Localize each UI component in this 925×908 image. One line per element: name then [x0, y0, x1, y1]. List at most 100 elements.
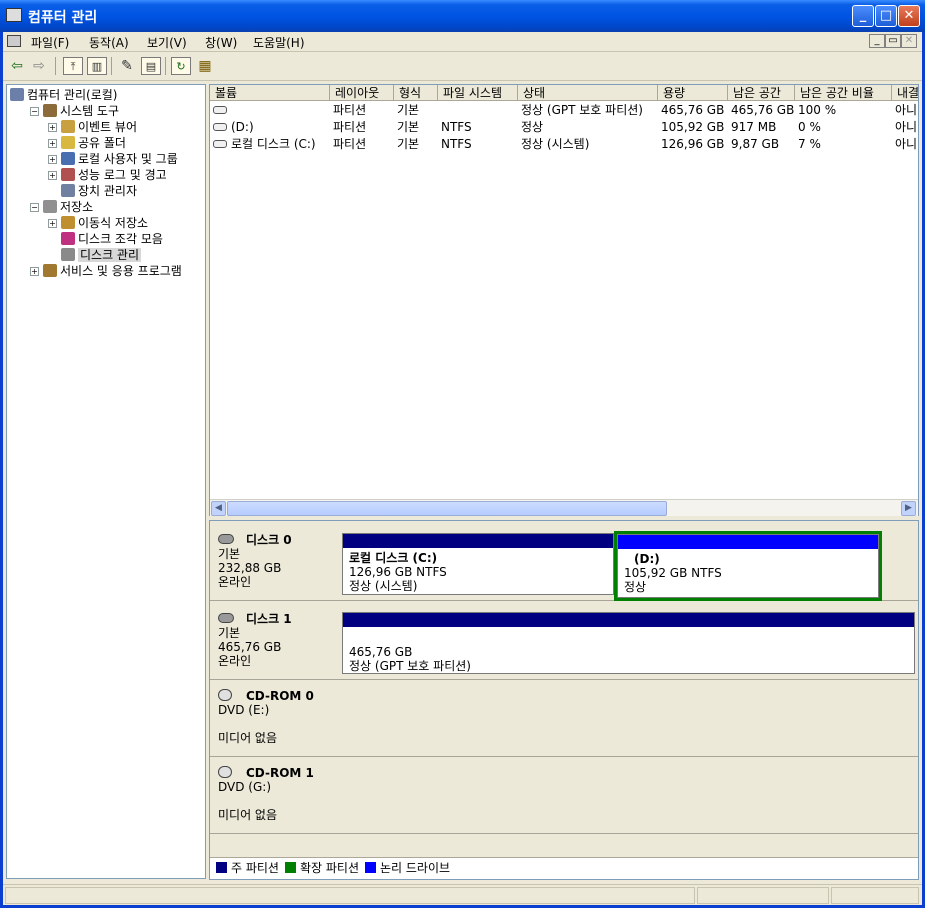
close-button[interactable]: ✕	[898, 5, 920, 27]
table-cell[interactable]: 정상 (시스템)	[519, 136, 658, 152]
table-cell[interactable]: 9,87 GB	[729, 136, 795, 152]
collapse-icon[interactable]: −	[30, 203, 39, 212]
scroll-thumb[interactable]	[227, 501, 667, 516]
expand-icon[interactable]: +	[48, 139, 57, 148]
tree-node[interactable]: + 이벤트 뷰어	[48, 119, 137, 135]
back-arrow-icon[interactable]: ⇦	[7, 57, 27, 75]
mdi-restore-button[interactable]: ▭	[885, 34, 901, 48]
disk-size: 465,76 GB	[218, 640, 282, 654]
partition-block[interactable]: 로컬 디스크 (C:) 126,96 GB NTFS 정상 (시스템)	[342, 533, 614, 595]
document-system-icon[interactable]	[7, 35, 21, 47]
partition-block[interactable]: (D:) 105,92 GB NTFS 정상	[617, 534, 879, 598]
tree-node[interactable]: − 저장소	[30, 199, 93, 215]
column-header[interactable]: 상태	[518, 85, 658, 101]
minimize-button[interactable]: _	[852, 5, 874, 27]
table-cell[interactable]: 로컬 디스크 (C:)	[211, 136, 330, 152]
tree-node[interactable]: 디스크 관리	[48, 247, 142, 263]
cell-text: 아니	[895, 120, 918, 134]
collapse-icon[interactable]: −	[30, 107, 39, 116]
table-cell[interactable]: 파티션	[331, 102, 394, 118]
table-cell[interactable]: NTFS	[439, 136, 518, 152]
expand-icon[interactable]: +	[48, 123, 57, 132]
column-header[interactable]: 용량	[658, 85, 728, 101]
cell-text: (D:)	[231, 120, 254, 134]
table-cell[interactable]: 0 %	[796, 119, 892, 135]
table-cell[interactable]: 파티션	[331, 119, 394, 135]
tree-node[interactable]: 디스크 조각 모음	[48, 231, 163, 247]
title-bar[interactable]: 컴퓨터 관리 _ □ ✕	[0, 0, 925, 32]
tree-node[interactable]: + 이동식 저장소	[48, 215, 148, 231]
up-folder-icon[interactable]: ⤒	[63, 57, 83, 75]
table-cell[interactable]: 정상	[519, 119, 658, 135]
storage-icon	[43, 200, 57, 213]
expand-icon[interactable]: +	[48, 155, 57, 164]
export-icon[interactable]: ▦	[195, 57, 215, 75]
tree-node[interactable]: + 공유 폴더	[48, 135, 126, 151]
cell-text: NTFS	[441, 137, 472, 151]
table-cell[interactable]: 917 MB	[729, 119, 795, 135]
menu-action[interactable]: 동작(A)	[89, 34, 129, 51]
tree-node[interactable]: − 시스템 도구	[30, 103, 119, 119]
table-cell[interactable]: 100 %	[796, 102, 892, 118]
forward-arrow-icon[interactable]: ⇨	[29, 57, 49, 75]
tree-node[interactable]: + 서비스 및 응용 프로그램	[30, 263, 182, 279]
help-icon[interactable]: ▤	[141, 57, 161, 75]
table-cell[interactable]: 105,92 GB	[659, 119, 728, 135]
table-cell[interactable]	[439, 102, 518, 118]
table-cell[interactable]: 아니	[893, 102, 918, 118]
hard-disk-icon	[218, 534, 234, 544]
tree-node[interactable]: + 성능 로그 및 경고	[48, 167, 167, 183]
tree-node[interactable]: + 로컬 사용자 및 그룹	[48, 151, 178, 167]
table-cell[interactable]: 아니	[893, 136, 918, 152]
legend-swatch	[216, 862, 227, 873]
menu-help[interactable]: 도움말(H)	[253, 34, 305, 51]
table-cell[interactable]: 아니	[893, 119, 918, 135]
status-pane	[5, 887, 695, 904]
scroll-left-icon[interactable]: ◀	[211, 501, 226, 516]
cell-text: 정상 (GPT 보호 파티션)	[521, 103, 643, 117]
menu-view[interactable]: 보기(V)	[147, 34, 187, 51]
table-cell[interactable]: 기본	[395, 119, 438, 135]
column-header[interactable]: 내결	[892, 85, 918, 101]
tree-node-label: 서비스 및 응용 프로그램	[60, 264, 182, 278]
expand-icon[interactable]: +	[48, 219, 57, 228]
refresh-icon[interactable]: ↻	[171, 57, 191, 75]
disk-row[interactable]: 디스크 1 기본 465,76 GB 온라인 465,76 GB 정상 (GPT 보호 파…	[210, 606, 918, 680]
scroll-right-icon[interactable]: ▶	[901, 501, 916, 516]
column-header[interactable]: 파일 시스템	[438, 85, 518, 101]
column-header[interactable]: 형식	[394, 85, 438, 101]
column-header[interactable]: 레이아웃	[330, 85, 394, 101]
expand-icon[interactable]: +	[30, 267, 39, 276]
table-cell[interactable]: 파티션	[331, 136, 394, 152]
disk-row[interactable]: CD-ROM 0 DVD (E:) 미디어 없음	[210, 683, 918, 757]
table-cell[interactable]: (D:)	[211, 119, 330, 135]
menu-window[interactable]: 창(W)	[205, 34, 237, 51]
table-cell[interactable]: 기본	[395, 136, 438, 152]
mdi-minimize-button[interactable]: _	[869, 34, 885, 48]
menu-file[interactable]: 파일(F)	[31, 34, 69, 51]
disk-row[interactable]: CD-ROM 1 DVD (G:) 미디어 없음	[210, 760, 918, 834]
cell-text: 로컬 디스크 (C:)	[231, 137, 316, 151]
horizontal-scrollbar[interactable]: ◀ ▶	[210, 499, 918, 516]
column-header[interactable]: 남은 공간	[728, 85, 795, 101]
table-cell[interactable]: 126,96 GB	[659, 136, 728, 152]
maximize-button[interactable]: □	[875, 5, 897, 27]
tree-node[interactable]: 컴퓨터 관리(로컬)	[10, 87, 117, 103]
table-cell[interactable]: 기본	[395, 102, 438, 118]
table-cell[interactable]	[211, 102, 330, 118]
expand-icon[interactable]: +	[48, 171, 57, 180]
mdi-close-button[interactable]: ✕	[901, 34, 917, 48]
table-cell[interactable]: 465,76 GB	[659, 102, 728, 118]
partition-block[interactable]: 465,76 GB 정상 (GPT 보호 파티션)	[342, 612, 915, 674]
properties-icon[interactable]: ✎	[117, 57, 137, 75]
disk-row[interactable]: 디스크 0 기본 232,88 GB 온라인 로컬 디스크 (C:) 126,96 GB …	[210, 527, 918, 601]
tree-node[interactable]: 장치 관리자	[48, 183, 137, 199]
table-cell[interactable]: 465,76 GB	[729, 102, 795, 118]
table-cell[interactable]: 7 %	[796, 136, 892, 152]
show-hide-tree-icon[interactable]: ▥	[87, 57, 107, 75]
column-header[interactable]: 볼륨	[210, 85, 330, 101]
column-header[interactable]: 남은 공간 비율	[795, 85, 892, 101]
table-cell[interactable]: NTFS	[439, 119, 518, 135]
computer-icon	[10, 88, 24, 101]
table-cell[interactable]: 정상 (GPT 보호 파티션)	[519, 102, 658, 118]
